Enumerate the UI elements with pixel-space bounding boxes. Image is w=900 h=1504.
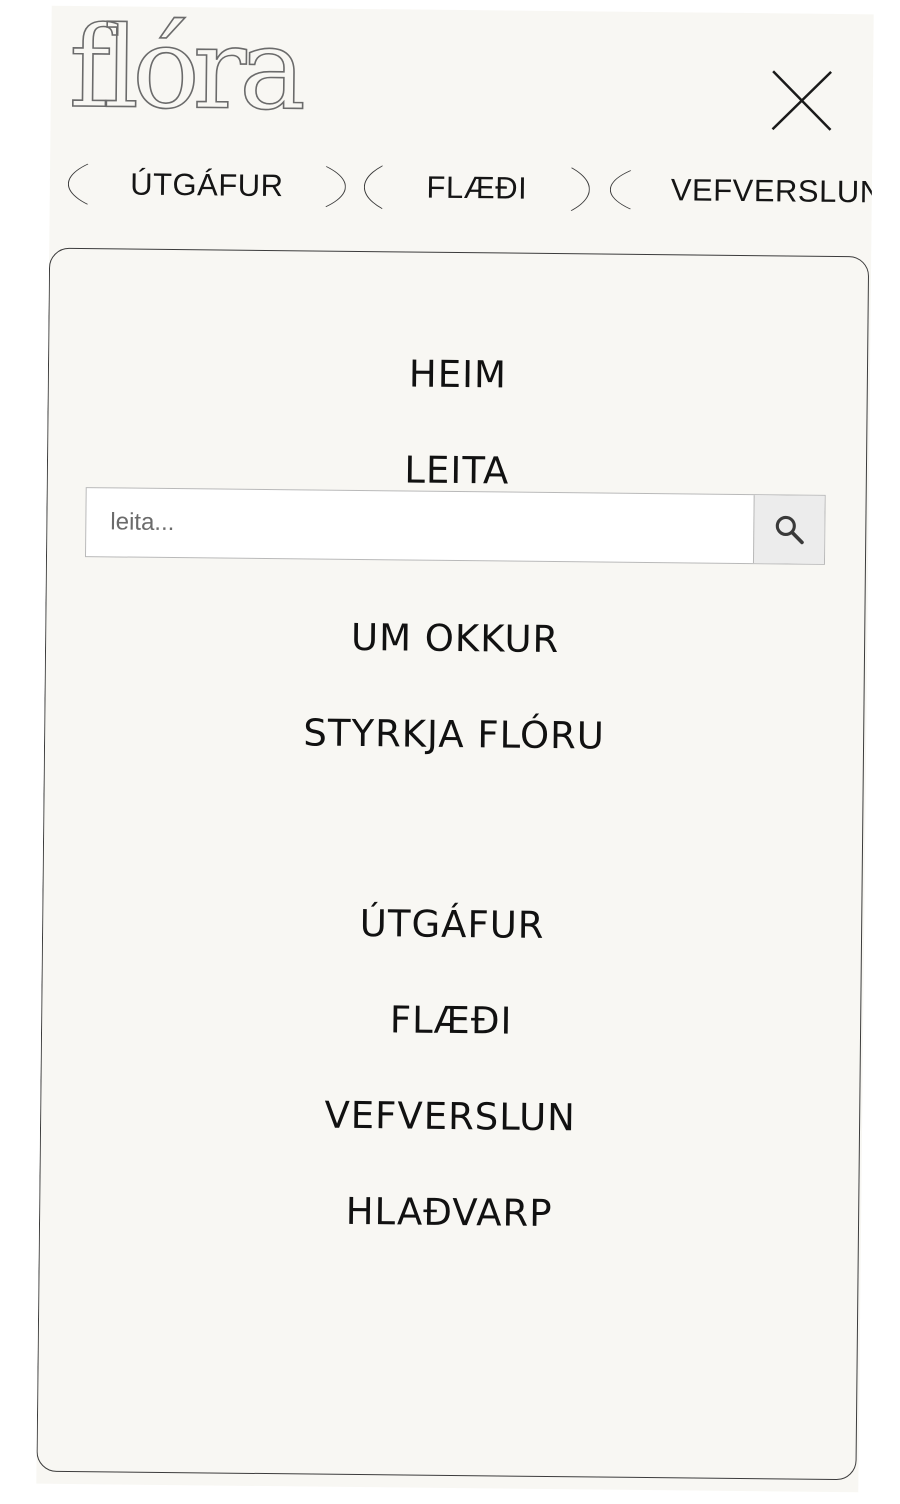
flora-logo[interactable]: flóra [68, 6, 301, 136]
menu-item-styrkja-floru[interactable]: STYRKJA FLÓRU [45, 709, 863, 761]
mobile-page: flóra ÚTGÁFUR FLÆÐI VEFVERSLUN HEIM LEIT… [36, 5, 874, 1493]
menu-item-vefverslun[interactable]: VEFVERSLUN [41, 1091, 859, 1143]
search-button[interactable] [752, 495, 825, 564]
menu-item-heim[interactable]: HEIM [49, 349, 867, 401]
search-input[interactable] [85, 488, 754, 564]
category-tabs: ÚTGÁFUR FLÆÐI VEFVERSLUN [67, 143, 874, 243]
close-icon [771, 70, 832, 131]
menu-item-flaedi[interactable]: FLÆÐI [42, 995, 860, 1047]
close-button[interactable] [768, 65, 839, 136]
tab-vefverslun[interactable]: VEFVERSLUN [609, 149, 874, 233]
menu-item-um-okkur[interactable]: UM OKKUR [46, 613, 864, 665]
tab-flaedi[interactable]: FLÆÐI [363, 147, 591, 230]
menu-item-hladvarp[interactable]: HLAÐVARP [40, 1187, 858, 1239]
search-icon [775, 515, 804, 545]
search-bar [84, 487, 826, 565]
navigation-menu: HEIM LEITA UM OKKUR STYRKJA FLÓRU ÚTGÁFU… [36, 247, 870, 1481]
menu-item-utgafur[interactable]: ÚTGÁFUR [43, 899, 861, 951]
tab-utgafur[interactable]: ÚTGÁFUR [67, 143, 347, 227]
